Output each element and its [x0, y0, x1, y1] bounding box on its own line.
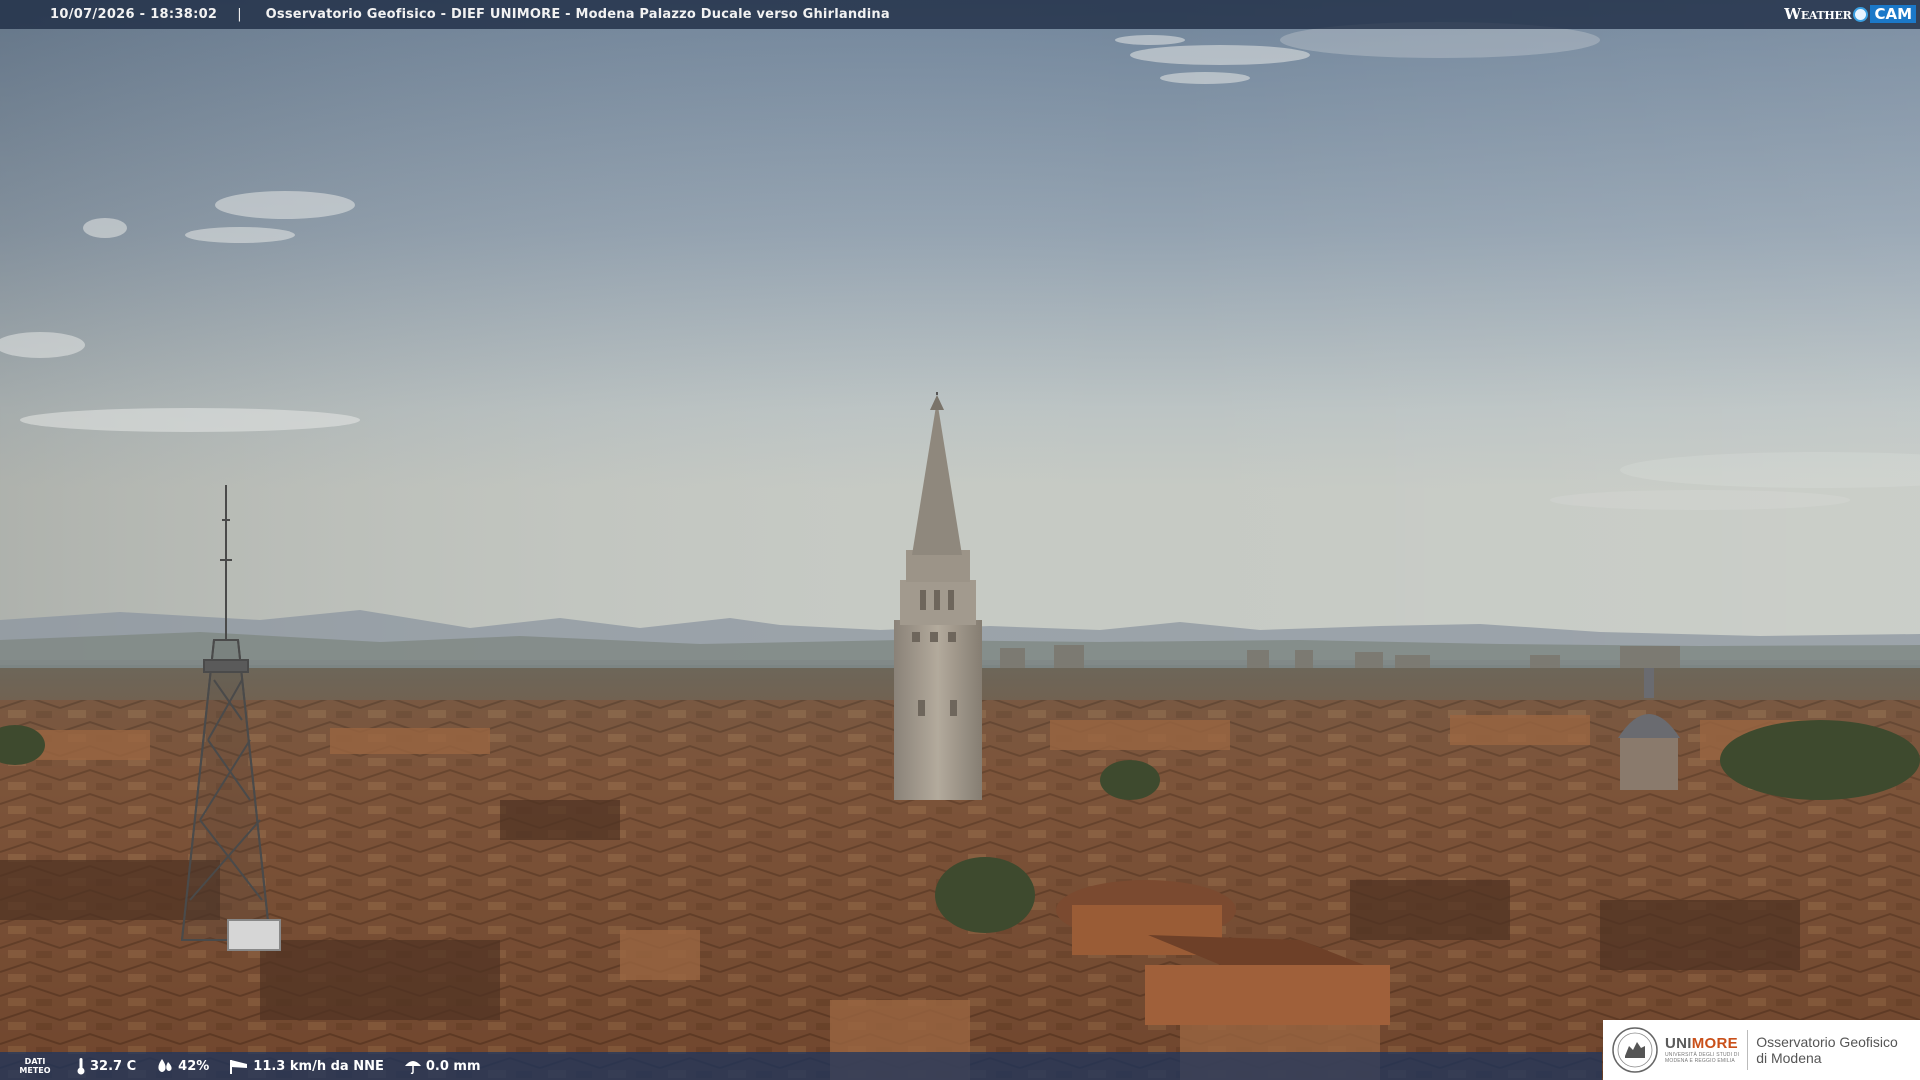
camera-title: Osservatorio Geofisico - DIEF UNIMORE - …: [265, 7, 890, 22]
umbrella-icon: [404, 1061, 421, 1074]
droplet-icon: [158, 1059, 172, 1072]
wind-reading: 11.3 km/h da NNE: [229, 1058, 384, 1074]
weather-data-bar: DATI METEO 32.7 C 42% 11.3 km/h da NNE 0…: [0, 1052, 1602, 1080]
camera-caption-bar: 10/07/2026 - 18:38:02 | Osservatorio Geo…: [0, 0, 1920, 29]
timestamp: 10/07/2026 - 18:38:02: [50, 7, 218, 22]
lens-icon: [1853, 6, 1869, 22]
unimore-wordmark: UNIMORE: [1665, 1035, 1738, 1052]
wind-sock-icon: [230, 1060, 248, 1074]
caption-separator: |: [237, 7, 242, 22]
temperature-reading: 32.7 C: [76, 1057, 136, 1075]
university-seal-icon: [1612, 1027, 1658, 1073]
unimore-logo-box: UNIMORE UNIVERSITÀ DEGLI STUDI DI MODENA…: [1603, 1020, 1920, 1080]
webcam-image: [0, 0, 1920, 1080]
observatory-name: Osservatorio Geofisico di Modena: [1756, 1034, 1898, 1066]
thermometer-icon: [77, 1058, 85, 1075]
logo-divider: [1747, 1030, 1749, 1070]
humidity-reading: 42%: [156, 1058, 209, 1074]
weathercam-logo: Weather CAM: [1784, 3, 1916, 25]
weather-data-label: DATI METEO: [19, 1057, 51, 1075]
rain-reading: 0.0 mm: [404, 1058, 481, 1074]
